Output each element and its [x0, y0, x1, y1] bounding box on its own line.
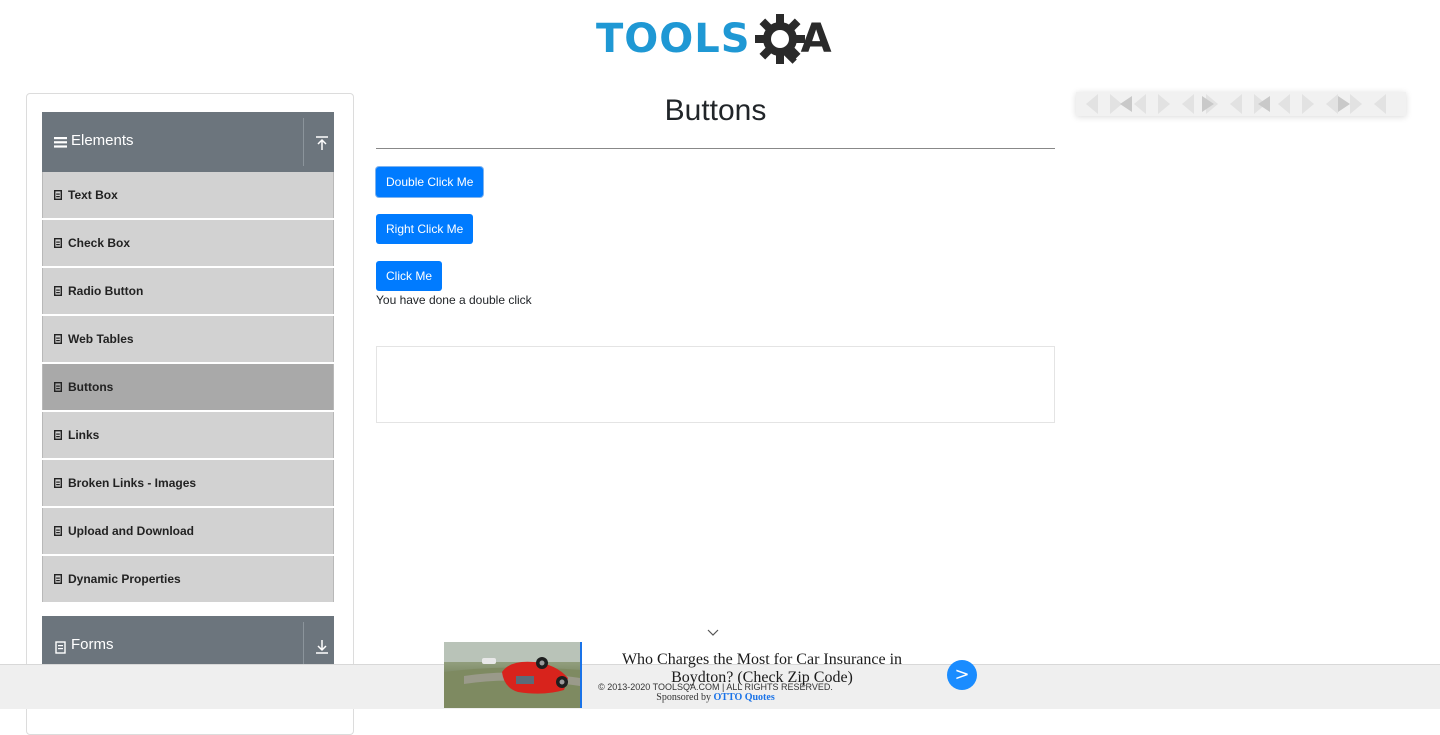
menu-item-icon: [54, 190, 62, 200]
group-title-elements: Elements: [71, 132, 134, 149]
menu-item-radio-button[interactable]: Radio Button: [42, 268, 334, 314]
logo-text-a: A: [800, 16, 832, 62]
page-title: Buttons: [664, 94, 767, 127]
group-divider: [303, 118, 304, 166]
group-title-forms: Forms: [71, 636, 114, 653]
click-me-button[interactable]: Click Me: [376, 261, 443, 291]
menu-item-links[interactable]: Links: [42, 412, 334, 458]
collapse-up-icon[interactable]: [314, 134, 330, 152]
site-header: TOOLS A: [0, 0, 1440, 80]
group-header-elements[interactable]: Elements: [42, 112, 334, 172]
menu-item-label: Check Box: [68, 236, 131, 250]
logo-text-tools: TOOLS: [596, 16, 751, 62]
menu-item-broken-links-images[interactable]: Broken Links - Images: [42, 460, 334, 506]
ad-headline[interactable]: Who Charges the Most for Car Insurance i…: [590, 651, 934, 687]
menu-item-label: Web Tables: [68, 332, 134, 346]
menu-item-buttons[interactable]: Buttons: [42, 364, 334, 410]
ad-accent-bar: [580, 642, 582, 708]
document-icon: [55, 641, 66, 654]
menu-item-label: Links: [68, 428, 100, 442]
menu-item-check-box[interactable]: Check Box: [42, 220, 334, 266]
menu-item-web-tables[interactable]: Web Tables: [42, 316, 334, 362]
ad-placeholder: [376, 346, 1055, 423]
menu-item-label: Buttons: [68, 380, 114, 394]
left-panel: Elements Text Box Check Box Radio Button…: [26, 93, 354, 735]
menu-item-dynamic-properties[interactable]: Dynamic Properties: [42, 556, 334, 602]
menu-item-icon: [54, 526, 62, 536]
double-click-button[interactable]: Double Click Me: [376, 167, 484, 197]
menu-item-icon: [54, 478, 62, 488]
menu-item-icon: [54, 238, 62, 248]
right-click-button[interactable]: Right Click Me: [376, 214, 474, 244]
menu-item-icon: [54, 574, 62, 584]
menu-item-upload-and-download[interactable]: Upload and Download: [42, 508, 334, 554]
overturned-car-image: [444, 642, 580, 708]
menu-item-label: Dynamic Properties: [68, 572, 181, 586]
ad-pattern-image: [1086, 94, 1386, 114]
menu-item-label: Text Box: [68, 188, 118, 202]
bottom-ad-banner[interactable]: Who Charges the Most for Car Insurance i…: [444, 642, 984, 708]
ad-go-button[interactable]: >: [947, 660, 977, 690]
menu-item-label: Radio Button: [68, 284, 144, 298]
expand-down-icon[interactable]: [314, 638, 330, 656]
hamburger-icon: [54, 137, 67, 148]
car-illustration: [444, 642, 580, 708]
menu-item-label: Broken Links - Images: [68, 476, 197, 490]
group-divider: [303, 622, 304, 670]
menu-item-label: Upload and Download: [68, 524, 194, 538]
menu-item-icon: [54, 334, 62, 344]
side-ad-banner[interactable]: [1076, 92, 1406, 116]
toolsqa-logo[interactable]: TOOLS A: [596, 10, 838, 68]
gear-magnifier-icon: [754, 14, 805, 64]
elements-menu-list: Text Box Check Box Radio Button Web Tabl…: [42, 172, 334, 604]
menu-item-text-box[interactable]: Text Box: [42, 172, 334, 218]
menu-item-icon: [54, 430, 62, 440]
menu-item-icon: [54, 286, 62, 296]
double-click-message: You have done a double click: [376, 293, 532, 307]
menu-item-icon: [54, 382, 62, 392]
chevron-down-icon[interactable]: [706, 628, 720, 638]
title-divider: [376, 148, 1055, 149]
